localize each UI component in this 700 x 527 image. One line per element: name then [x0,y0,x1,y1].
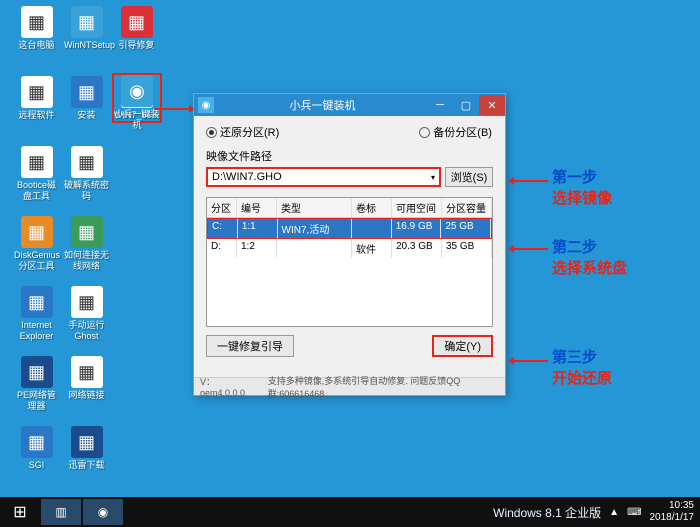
app-icon: ▦ [71,146,103,178]
titlebar[interactable]: ◉ 小兵一键装机 ─ ▢ ✕ [194,94,505,116]
icon-label: 远程软件 [14,110,59,121]
annotation: 第三步开始还原 [552,346,612,388]
desktop-icon[interactable]: ▦ 引导修复 [114,6,159,51]
arrow-to-dialog [155,108,193,110]
table-header: 分区 编号 类型 卷标 可用空间 分区容量 [207,198,492,218]
icon-label: PE网络管理器 [14,390,59,412]
tray-icon[interactable]: ▲ [609,507,619,518]
desktop-icon[interactable]: ▦ 迅雷下载 [64,426,109,471]
system-tray: Windows 8.1 企业版 ▲ ⌨ 10:35 2018/1/17 [493,500,700,524]
task-item[interactable]: ▥ [41,499,81,525]
app-icon: ◉ [198,97,214,113]
desktop-icon[interactable]: ▦ 网络链接 [64,356,109,401]
keyboard-icon[interactable]: ⌨ [627,507,641,518]
icon-label: 破解系统密码 [64,180,109,202]
clock-time[interactable]: 10:35 [650,500,695,512]
maximize-button[interactable]: ▢ [453,95,479,115]
desktop-icon[interactable]: ▦ 这台电脑 [14,6,59,51]
icon-label: 如何连接无线网络 [64,250,109,272]
taskbar: ⊞ ▥ ◉ Windows 8.1 企业版 ▲ ⌨ 10:35 2018/1/1… [0,497,700,527]
installer-icon[interactable]: ◉ [121,75,153,107]
desktop-icon[interactable]: ▦ SGI [14,426,59,471]
annotation-arrow [510,180,548,182]
desktop-icon[interactable]: ▦DiskGenius分区工具 [14,216,59,272]
annotation-sub: 选择镜像 [552,187,612,208]
annotation: 第二步选择系统盘 [552,236,627,278]
highlighted-icon-box: ◉ 小兵一键装机 [112,73,162,123]
task-item[interactable]: ◉ [83,499,123,525]
browse-button[interactable]: 浏览(S) [445,167,493,187]
app-icon: ▦ [21,426,53,458]
desktop-icon[interactable]: ▦ 安装 [64,76,109,121]
window-title: 小兵一键装机 [218,97,427,113]
partition-table: 分区 编号 类型 卷标 可用空间 分区容量 C:1:1WIN7,活动16.9 G… [206,197,493,327]
desktop-icon[interactable]: ▦ WinNTSetup [64,6,109,51]
start-button[interactable]: ⊞ [0,497,40,527]
annotation-title: 第二步 [552,236,627,257]
icon-label: DiskGenius分区工具 [14,250,59,272]
backup-radio[interactable]: 备份分区(B) [419,124,492,140]
path-label: 映像文件路径 [206,148,493,164]
ok-button[interactable]: 确定(Y) [432,335,493,357]
icon-label: 手动运行Ghost [64,320,109,342]
app-icon: ▦ [71,76,103,108]
icon-label: WinNTSetup [64,40,109,51]
icon-label: Bootice磁盘工具 [14,180,59,202]
app-icon: ▦ [21,146,53,178]
annotation-sub: 选择系统盘 [552,257,627,278]
app-icon: ▦ [121,6,153,38]
radio-dot-icon [206,127,217,138]
desktop-icon[interactable]: ▦PE网络管理器 [14,356,59,412]
annotation-title: 第三步 [552,346,612,367]
app-icon: ▦ [71,356,103,388]
icon-label: 网络链接 [64,390,109,401]
app-icon: ▦ [21,286,53,318]
app-icon: ▦ [21,76,53,108]
desktop-icon[interactable]: ▦Internet Explorer [14,286,59,342]
annotation-sub: 开始还原 [552,367,612,388]
app-icon: ▦ [21,356,53,388]
status-info: 支持多种镜像,多系统引导自动修复. 问题反馈QQ群:606616468 [268,374,499,400]
installer-dialog: ◉ 小兵一键装机 ─ ▢ ✕ 还原分区(R) 备份分区(B) 映像文件路径 D:… [193,93,506,396]
desktop-icon[interactable]: ▦Bootice磁盘工具 [14,146,59,202]
desktop-icon[interactable]: ▦破解系统密码 [64,146,109,202]
app-icon: ▦ [71,426,103,458]
app-icon: ▦ [21,6,53,38]
installer-icon-label: 小兵一键装机 [114,109,160,131]
version-text: V：oem4.0.0.0 [200,375,256,398]
icon-label: 这台电脑 [14,40,59,51]
repair-boot-button[interactable]: 一键修复引导 [206,335,294,357]
minimize-button[interactable]: ─ [427,95,453,115]
chevron-down-icon[interactable]: ▾ [431,173,435,182]
app-icon: ▦ [21,216,53,248]
app-icon: ▦ [71,216,103,248]
annotation: 第一步选择镜像 [552,166,612,208]
app-icon: ▦ [71,6,103,38]
table-row[interactable]: D:1:2软件20.3 GB35 GB [207,239,492,258]
annotation-title: 第一步 [552,166,612,187]
radio-dot-icon [419,127,430,138]
icon-label: 安装 [64,110,109,121]
status-bar: V：oem4.0.0.0 支持多种镜像,多系统引导自动修复. 问题反馈QQ群:6… [194,377,505,395]
desktop-icon[interactable]: ▦手动运行Ghost [64,286,109,342]
annotation-arrow [510,248,548,250]
icon-label: 迅雷下载 [64,460,109,471]
close-button[interactable]: ✕ [479,95,505,115]
os-edition-label: Windows 8.1 企业版 [493,504,601,521]
app-icon: ▦ [71,286,103,318]
icon-label: SGI [14,460,59,471]
icon-label: 引导修复 [114,40,159,51]
image-path-input[interactable]: D:\WIN7.GHO ▾ [206,167,441,187]
icon-label: Internet Explorer [14,320,59,342]
restore-radio[interactable]: 还原分区(R) [206,124,279,140]
clock-date[interactable]: 2018/1/17 [650,512,695,524]
annotation-arrow [510,360,548,362]
desktop-icon[interactable]: ▦ 远程软件 [14,76,59,121]
table-row[interactable]: C:1:1WIN7,活动16.9 GB25 GB [207,218,492,239]
desktop-icon[interactable]: ▦如何连接无线网络 [64,216,109,272]
